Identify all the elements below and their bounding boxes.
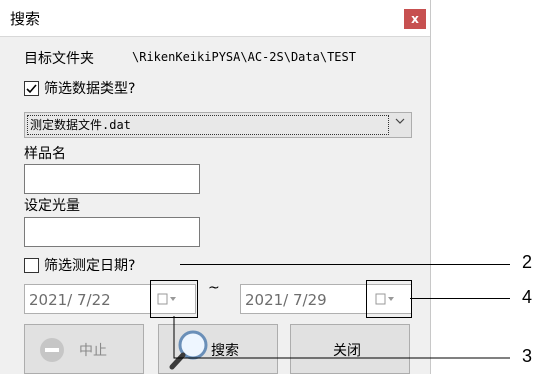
callout-line-3 <box>173 316 510 359</box>
callout-label-3: 3 <box>522 346 533 366</box>
